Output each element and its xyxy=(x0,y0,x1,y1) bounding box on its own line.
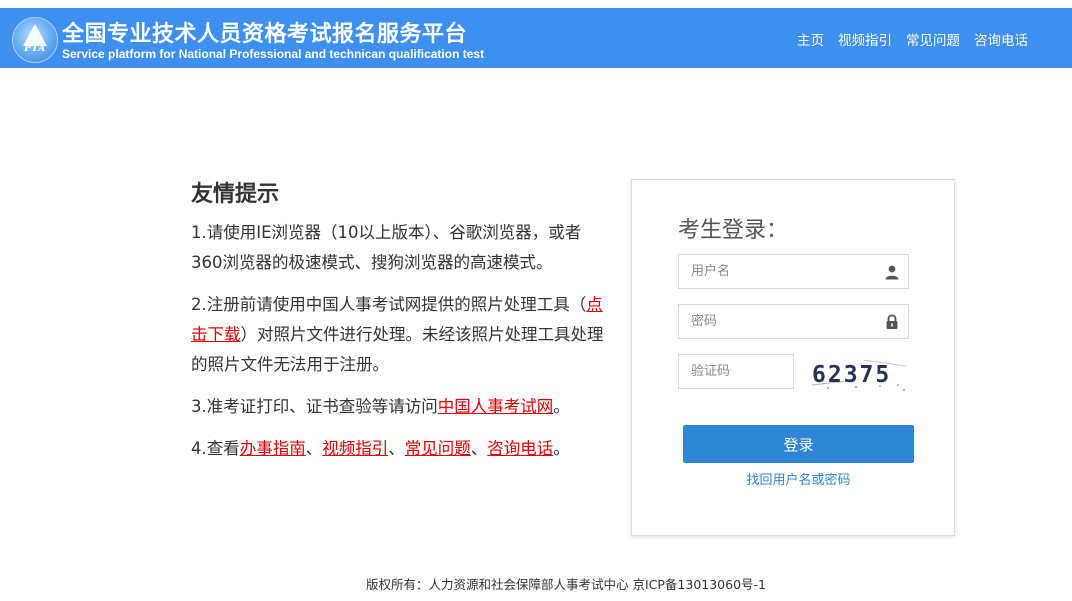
friendly-tips-panel: 友情提示 1.请使用IE浏览器（10以上版本）、谷歌浏览器，或者360浏览器的极… xyxy=(191,176,611,476)
top-header-bar: PTA 全国专业技术人员资格考试报名服务平台 Service platform … xyxy=(0,8,1072,68)
tip-admission-ticket: 3.准考证打印、证书查验等请访问中国人事考试网。 xyxy=(191,392,611,422)
tip-browser-text: 1.请使用IE浏览器（10以上版本）、谷歌浏览器，或者360浏览器的极速模式、搜… xyxy=(191,223,582,272)
separator: 、 xyxy=(388,439,405,458)
login-title: 考生登录： xyxy=(678,218,789,243)
site-subtitle: Service platform for National Profession… xyxy=(62,47,485,61)
password-field xyxy=(678,304,909,339)
nav-home[interactable]: 主页 xyxy=(797,29,824,49)
hotline-link[interactable]: 咨询电话 xyxy=(487,439,553,458)
lock-icon xyxy=(886,314,898,329)
guide-link[interactable]: 办事指南 xyxy=(240,439,306,458)
video-guide-link[interactable]: 视频指引 xyxy=(322,439,388,458)
captcha-code-text: 62375 xyxy=(812,362,891,388)
tip-photo-text-after: ）对照片文件进行处理。未经该照片处理工具处理的照片文件无法用于注册。 xyxy=(191,325,604,374)
captcha-field xyxy=(678,354,794,389)
tips-title: 友情提示 xyxy=(191,182,280,207)
login-button[interactable]: 登录 xyxy=(683,425,914,463)
nav-faq[interactable]: 常见问题 xyxy=(906,29,960,49)
tip-view-links: 4.查看办事指南、视频指引、常见问题、咨询电话。 xyxy=(191,434,611,464)
login-panel: 考生登录： 62375 登录 找回用户名或密码 xyxy=(631,179,955,536)
captcha-image[interactable]: 62375 xyxy=(808,352,910,392)
separator: 、 xyxy=(305,439,323,458)
separator: 、 xyxy=(470,439,488,458)
user-icon xyxy=(885,265,899,280)
tip-view-text-after: 。 xyxy=(553,439,570,458)
tip-ticket-text-before: 3.准考证打印、证书查验等请访问 xyxy=(191,397,438,416)
username-field xyxy=(678,254,909,289)
site-title: 全国专业技术人员资格考试报名服务平台 xyxy=(62,22,468,47)
username-input[interactable] xyxy=(679,255,881,288)
footer-copyright: 版权所有：人力资源和社会保障部人事考试中心 京ICP备13013060号-1 xyxy=(365,577,766,592)
top-nav: 主页 视频指引 常见问题 咨询电话 xyxy=(797,29,1028,49)
logo-text: PTA xyxy=(24,44,46,54)
faq-link[interactable]: 常见问题 xyxy=(405,439,471,458)
password-input[interactable] xyxy=(679,305,881,338)
cpta-website-link[interactable]: 中国人事考试网 xyxy=(438,397,554,416)
tip-photo-tool: 2.注册前请使用中国人事考试网提供的照片处理工具（点击下载）对照片文件进行处理。… xyxy=(191,290,611,380)
tip-browser: 1.请使用IE浏览器（10以上版本）、谷歌浏览器，或者360浏览器的极速模式、搜… xyxy=(191,218,611,278)
tip-view-text-before: 4.查看 xyxy=(191,439,240,458)
pta-logo[interactable]: PTA xyxy=(12,17,58,63)
nav-video-guide[interactable]: 视频指引 xyxy=(838,29,892,49)
nav-hotline[interactable]: 咨询电话 xyxy=(974,29,1028,49)
tip-photo-text-before: 2.注册前请使用中国人事考试网提供的照片处理工具（ xyxy=(191,295,587,314)
logo-triangle-shape xyxy=(23,24,47,46)
recover-account-link[interactable]: 找回用户名或密码 xyxy=(683,469,914,488)
captcha-input[interactable] xyxy=(679,355,791,388)
tip-ticket-text-after: 。 xyxy=(553,397,570,416)
